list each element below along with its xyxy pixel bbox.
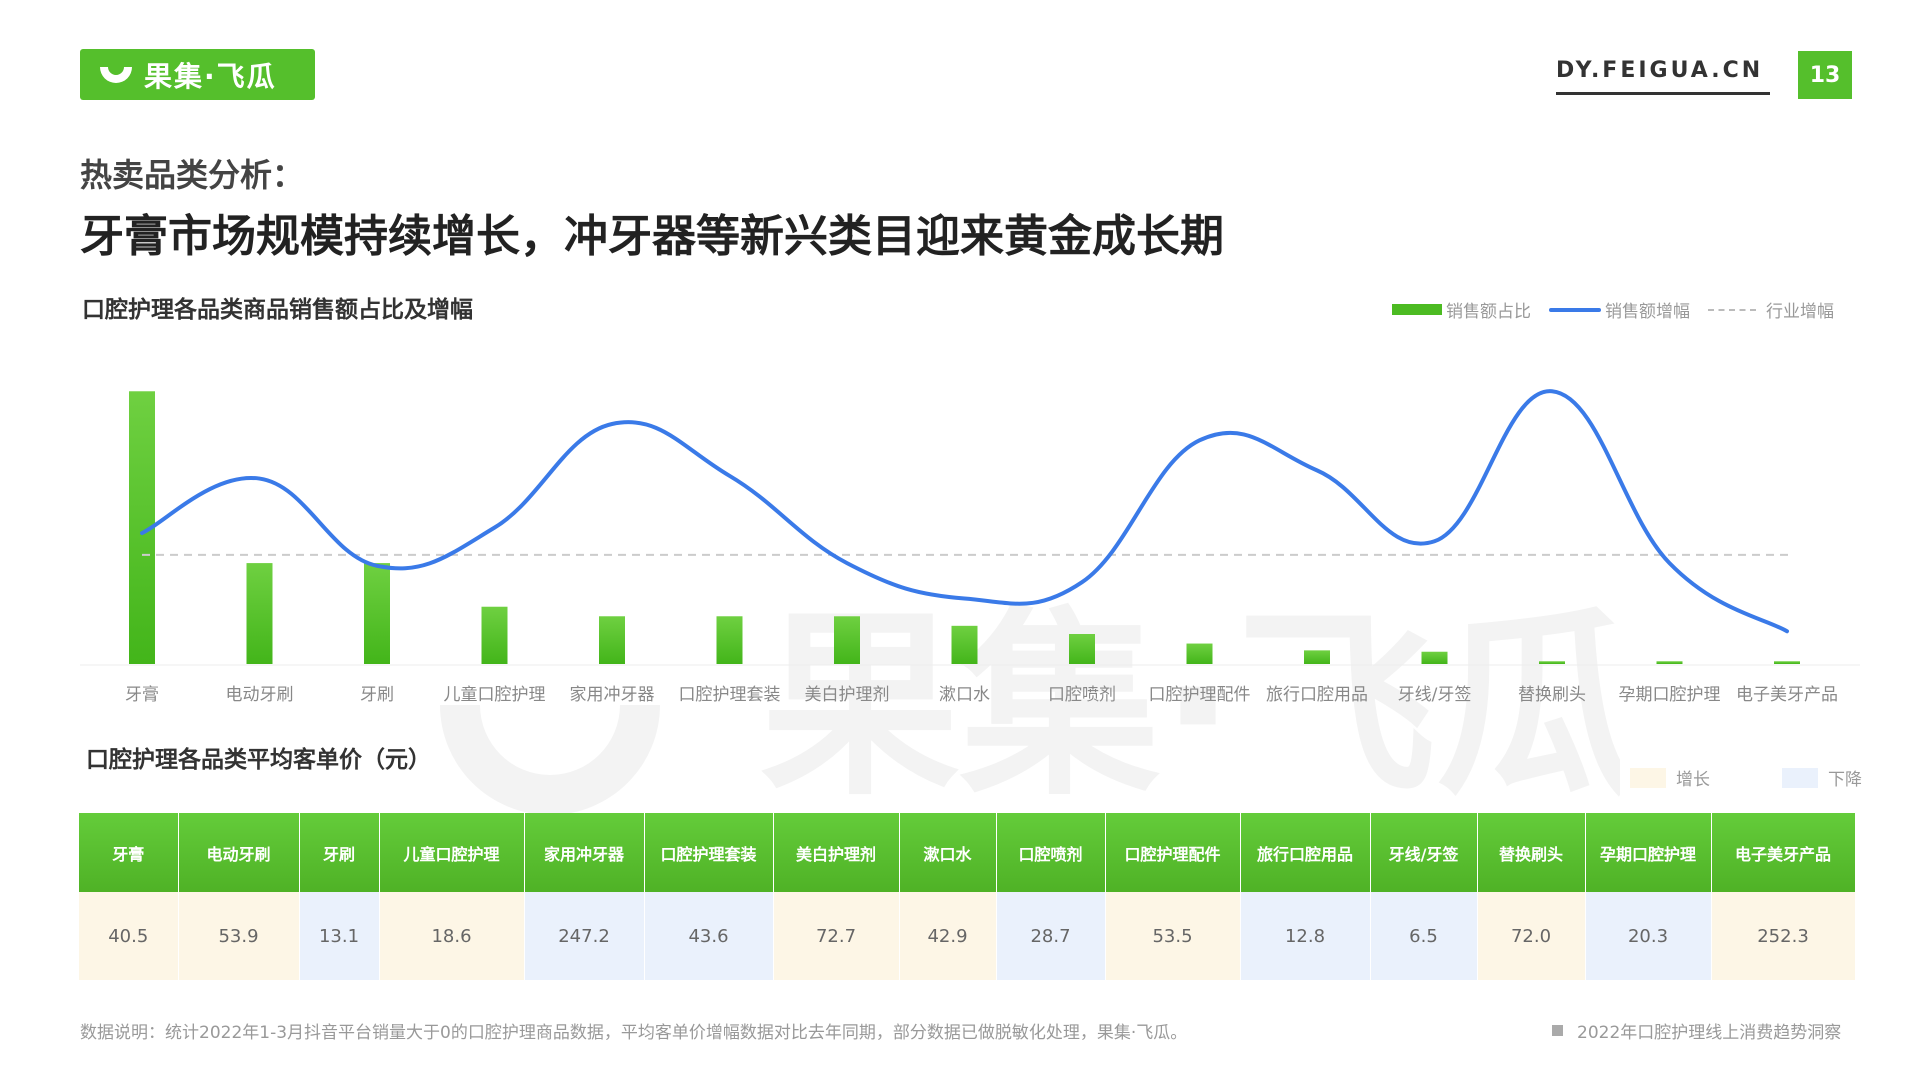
table-header-cell: 口腔喷剂 (996, 813, 1106, 892)
table-section-title: 口腔护理各品类平均客单价（元） (86, 747, 431, 773)
increase-swatch (1630, 767, 1666, 788)
table-value-cell: 6.5 (1370, 892, 1478, 980)
report-name: 2022年口腔护理线上消费趋势洞察 (1552, 1018, 1841, 1043)
bar (1304, 650, 1330, 664)
table-header-cell: 漱口水 (899, 813, 997, 892)
table-header-cell: 电子美牙产品 (1711, 813, 1856, 892)
x-tick-label: 口腔喷剂 (1048, 685, 1116, 705)
bar (1186, 643, 1213, 664)
table-value-cell: 28.7 (996, 892, 1106, 980)
table-header-cell: 口腔护理套装 (644, 813, 774, 892)
table-value-cell: 42.9 (899, 892, 997, 980)
bar (1069, 634, 1095, 664)
table-header-row: 牙膏 电动牙刷 牙刷 儿童口腔护理 家用冲牙器 口腔护理套装 美白护理剂 漱口水 口腔喷剂 口腔护… (79, 813, 1856, 892)
table-header-cell: 孕期口腔护理 (1585, 813, 1712, 892)
bar (951, 625, 978, 664)
price-table: 牙膏 电动牙刷 牙刷 儿童口腔护理 家用冲牙器 口腔护理套装 美白护理剂 漱口水 口腔喷剂 口腔护… (79, 813, 1856, 980)
table-header-cell: 口腔护理配件 (1105, 813, 1241, 892)
bar (246, 563, 273, 664)
table-header-cell: 旅行口腔用品 (1240, 813, 1371, 892)
table-value-cell: 43.6 (644, 892, 774, 980)
table-value-cell: 53.5 (1105, 892, 1241, 980)
x-tick-label: 电子美牙产品 (1736, 685, 1838, 705)
table-value-cell: 53.9 (178, 892, 300, 980)
square-icon (1552, 1025, 1563, 1036)
bar (1774, 661, 1800, 664)
data-footnote: 数据说明：统计2022年1-3月抖音平台销量大于0的口腔护理商品数据，平均客单价… (80, 1023, 1188, 1043)
bar (1656, 661, 1683, 664)
table-value-cell: 20.3 (1585, 892, 1712, 980)
decrease-swatch (1782, 767, 1818, 788)
table-header-cell: 牙刷 (299, 813, 380, 892)
table-header-cell: 儿童口腔护理 (379, 813, 525, 892)
x-tick-label: 旅行口腔用品 (1266, 685, 1368, 705)
report-name-text: 2022年口腔护理线上消费趋势洞察 (1577, 1023, 1842, 1043)
table-value-cell: 12.8 (1240, 892, 1371, 980)
x-tick-label: 口腔护理配件 (1149, 685, 1251, 705)
x-tick-label: 儿童口腔护理 (444, 685, 546, 705)
bar (1421, 651, 1448, 664)
table-value-cell: 252.3 (1711, 892, 1856, 980)
bar (599, 616, 625, 664)
x-tick-label: 口腔护理套装 (679, 685, 781, 705)
table-value-cell: 72.7 (773, 892, 900, 980)
bar (1539, 661, 1565, 664)
table-header-cell: 牙膏 (79, 813, 179, 892)
x-tick-label: 替换刷头 (1518, 685, 1586, 705)
x-tick-label: 家用冲牙器 (570, 685, 655, 705)
table-value-cell: 13.1 (299, 892, 380, 980)
table-header-cell: 牙线/牙签 (1370, 813, 1478, 892)
sales-chart: 牙膏 电动牙刷 牙刷 儿童口腔护理 家用冲牙器 口腔护理套装 美白护理剂 漱口水 口腔喷剂 口腔护… (80, 389, 1860, 705)
increase-label: 增长 (1676, 770, 1710, 790)
table-value-cell: 247.2 (524, 892, 645, 980)
table-value-cell: 72.0 (1477, 892, 1586, 980)
table-header-cell: 替换刷头 (1477, 813, 1586, 892)
x-tick-label: 孕期口腔护理 (1619, 685, 1721, 705)
bar (716, 616, 743, 664)
decrease-label: 下降 (1828, 770, 1862, 790)
table-value-cell: 18.6 (379, 892, 525, 980)
table-legend: 增长 下降 (1630, 765, 1862, 790)
bar (364, 563, 390, 664)
table-header-cell: 电动牙刷 (178, 813, 300, 892)
x-tick-label: 牙线/牙签 (1398, 685, 1472, 705)
bar (481, 606, 508, 664)
x-tick-label: 美白护理剂 (805, 685, 890, 705)
x-tick-label: 电动牙刷 (226, 685, 294, 705)
x-tick-label: 牙膏 (125, 684, 159, 705)
x-tick-label: 漱口水 (939, 685, 990, 705)
x-tick-label: 牙刷 (360, 685, 394, 705)
table-header-cell: 美白护理剂 (773, 813, 900, 892)
bar (834, 616, 860, 664)
table-header-cell: 家用冲牙器 (524, 813, 645, 892)
table-row: 40.5 53.9 13.1 18.6 247.2 43.6 72.7 42.9 28.7 53.… (79, 892, 1856, 980)
table-value-cell: 40.5 (79, 892, 179, 980)
